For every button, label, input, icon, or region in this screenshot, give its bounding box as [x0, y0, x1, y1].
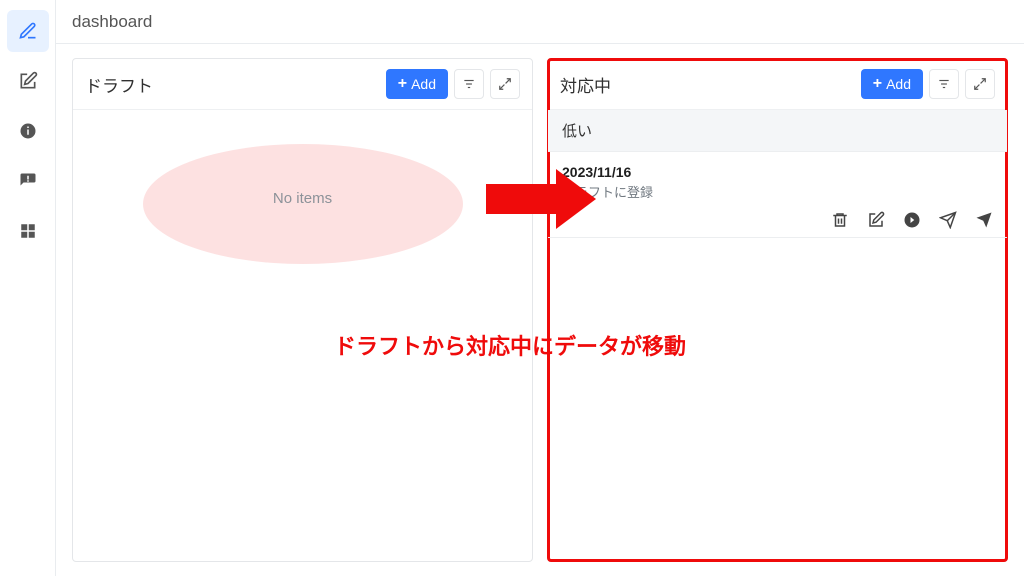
- panel-inprogress-header: 対応中 + Add: [548, 59, 1007, 110]
- trash-icon: [831, 211, 849, 229]
- sidebar-item-feedback[interactable]: [7, 160, 49, 202]
- info-icon: [19, 122, 37, 140]
- task-card-date: 2023/11/16: [562, 164, 993, 180]
- filter-button-draft[interactable]: [454, 69, 484, 99]
- add-button-label: Add: [886, 76, 911, 92]
- paper-plane-solid-icon: [975, 211, 993, 229]
- plus-icon: +: [398, 76, 407, 92]
- edit-icon: [18, 71, 38, 91]
- filter-icon: [462, 77, 476, 91]
- edit-button[interactable]: [867, 211, 885, 229]
- send-button[interactable]: [939, 211, 957, 229]
- add-button-label: Add: [411, 76, 436, 92]
- board: ドラフト + Add: [56, 44, 1024, 576]
- next-button[interactable]: [903, 211, 921, 229]
- task-card-subtitle: ドラフトに登録: [562, 182, 993, 201]
- priority-group-label: 低い: [548, 110, 1007, 152]
- grid-icon: [19, 222, 37, 240]
- page-title: dashboard: [72, 12, 152, 32]
- expand-button-inprogress[interactable]: [965, 69, 995, 99]
- sidebar-item-dashboard[interactable]: [7, 210, 49, 252]
- sidebar: [0, 0, 56, 576]
- app-root: dashboard ドラフト + Add: [0, 0, 1024, 576]
- delete-button[interactable]: [831, 211, 849, 229]
- panel-draft-header: ドラフト + Add: [73, 59, 532, 110]
- expand-icon: [498, 77, 512, 91]
- task-card[interactable]: 2023/11/16 ドラフトに登録: [548, 152, 1007, 238]
- sidebar-item-edit[interactable]: [7, 60, 49, 102]
- empty-state-text: No items: [273, 190, 332, 207]
- panel-draft-body: No items: [73, 110, 532, 561]
- feedback-icon: [19, 172, 37, 190]
- paper-plane-outline-icon: [939, 211, 957, 229]
- compose-icon: [18, 21, 38, 41]
- panel-draft-title: ドラフト: [85, 72, 380, 97]
- topbar: dashboard: [56, 0, 1024, 44]
- panel-draft: ドラフト + Add: [72, 58, 533, 562]
- sidebar-item-compose[interactable]: [7, 10, 49, 52]
- add-button-inprogress[interactable]: + Add: [861, 69, 923, 99]
- filter-button-inprogress[interactable]: [929, 69, 959, 99]
- add-button-draft[interactable]: + Add: [386, 69, 448, 99]
- chevron-right-circle-icon: [903, 211, 921, 229]
- expand-button-draft[interactable]: [490, 69, 520, 99]
- panel-inprogress-body: 低い 2023/11/16 ドラフトに登録: [548, 110, 1007, 561]
- send-solid-button[interactable]: [975, 211, 993, 229]
- main-area: dashboard ドラフト + Add: [56, 0, 1024, 576]
- edit-icon: [867, 211, 885, 229]
- panel-inprogress-title: 対応中: [560, 72, 855, 97]
- panel-inprogress: 対応中 + Add: [547, 58, 1008, 562]
- expand-icon: [973, 77, 987, 91]
- task-card-actions: [562, 211, 993, 229]
- sidebar-item-info[interactable]: [7, 110, 49, 152]
- plus-icon: +: [873, 76, 882, 92]
- filter-icon: [937, 77, 951, 91]
